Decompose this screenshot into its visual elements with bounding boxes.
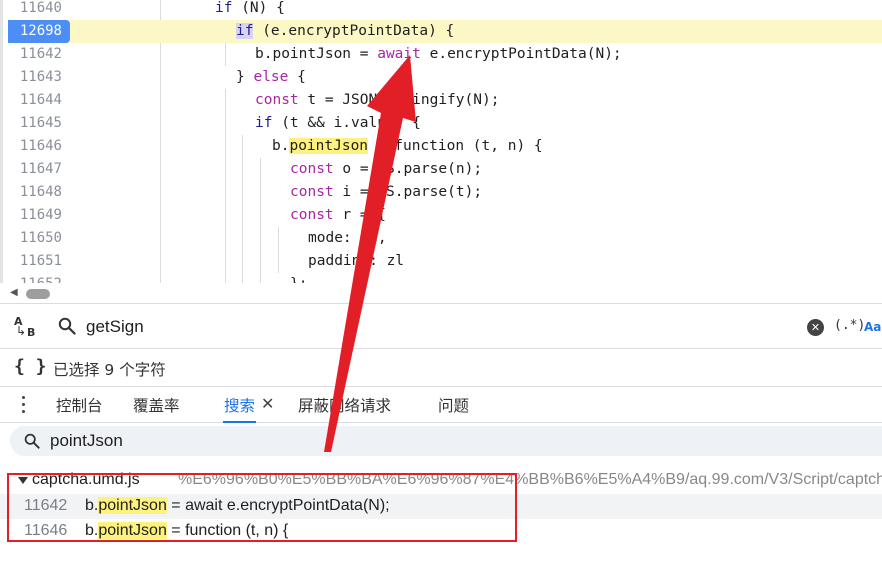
regex-button[interactable]: (.*) <box>834 318 865 333</box>
line-code: mode: fe, <box>70 227 882 250</box>
code-line-11651[interactable]: 11651 padding: zl <box>0 250 882 273</box>
triangle-down-icon[interactable] <box>18 477 28 484</box>
tab-search[interactable]: 搜索 <box>223 394 257 423</box>
code-line-current[interactable]: 12698 if (e.encryptPointData) { <box>0 20 882 43</box>
match-case-button[interactable]: Aa <box>864 320 881 334</box>
line-code: b.pointJson = await e.encryptPointData(N… <box>70 43 882 66</box>
line-code: const t = JSON.stringify(N); <box>70 89 882 112</box>
result-match: pointJson <box>98 522 167 539</box>
tab-request-blocking[interactable]: 屏蔽网络请求 <box>298 394 391 423</box>
line-code: if (N) { <box>70 0 882 20</box>
line-number[interactable]: 11651 <box>0 250 70 273</box>
selection-status: 已选择 9 个字符 <box>53 361 166 379</box>
case-sensitive-icon[interactable]: A ↳ B <box>14 315 40 339</box>
line-code: if (t && i.value) { <box>70 112 882 135</box>
search-result-row[interactable]: 11642 b.pointJson = await e.encryptPoint… <box>0 494 882 519</box>
code-line-11640[interactable]: 11640 if (N) { <box>0 0 882 20</box>
scrollbar-thumb[interactable] <box>26 289 50 299</box>
close-icon[interactable]: ✕ <box>261 394 274 413</box>
result-match: pointJson <box>98 497 167 514</box>
find-bar: A↳B ✕ (.*) Aa <box>0 303 882 349</box>
code-line-11642[interactable]: 11642 b.pointJson = await e.encryptPoint… <box>0 43 882 66</box>
result-line-number: 11642 <box>24 497 68 514</box>
code-line-11645[interactable]: 11645 if (t && i.value) { <box>0 112 882 135</box>
result-text: b.pointJson = await e.encryptPointData(N… <box>85 497 390 514</box>
line-number[interactable]: 11643 <box>0 66 70 89</box>
line-code: padding: zl <box>70 250 882 273</box>
line-code: } else { <box>70 66 882 89</box>
code-editor[interactable]: 11640 if (N) { 12698 if (e.encryptPointD… <box>0 0 882 283</box>
search-results: captcha.umd.js %E6%96%B0%E5%BB%BA%E6%96%… <box>0 468 882 581</box>
tab-coverage[interactable]: 覆盖率 <box>133 394 180 423</box>
find-input[interactable] <box>86 314 786 340</box>
line-number[interactable]: 11644 <box>0 89 70 112</box>
line-code: b.pointJson = function (t, n) { <box>70 135 882 158</box>
line-code: const o = JS.parse(n); <box>70 158 882 181</box>
drawer-tab-bar: 控制台 覆盖率 搜索 ✕ 屏蔽网络请求 问题 <box>0 387 882 423</box>
clear-icon[interactable]: ✕ <box>807 319 824 336</box>
line-code: }; <box>70 273 882 283</box>
search-icon <box>58 317 76 335</box>
search-input[interactable] <box>50 429 750 453</box>
code-line-11649[interactable]: 11649 const r = { <box>0 204 882 227</box>
result-line-number: 11646 <box>24 522 68 539</box>
line-number[interactable]: 11645 <box>0 112 70 135</box>
horizontal-scrollbar[interactable]: ◀ <box>0 283 882 303</box>
line-code: const r = { <box>70 204 882 227</box>
match-highlight: pointJson <box>289 138 369 154</box>
code-line-11650[interactable]: 11650 mode: fe, <box>0 227 882 250</box>
code-line-11652[interactable]: 11652 }; <box>0 273 882 283</box>
result-text: b.pointJson = function (t, n) { <box>85 522 289 539</box>
code-line-11647[interactable]: 11647 const o = JS.parse(n); <box>0 158 882 181</box>
line-number[interactable]: 11647 <box>0 158 70 181</box>
selected-keyword: if <box>236 23 254 39</box>
search-panel-input-row <box>10 426 882 456</box>
tab-issues[interactable]: 问题 <box>438 394 469 423</box>
line-number[interactable]: 11649 <box>0 204 70 227</box>
line-number[interactable]: 11652 <box>0 273 70 283</box>
tab-console[interactable]: 控制台 <box>56 394 103 423</box>
line-number[interactable]: 11650 <box>0 227 70 250</box>
line-number[interactable]: 11648 <box>0 181 70 204</box>
scroll-left-icon[interactable]: ◀ <box>10 287 18 298</box>
code-line-11646[interactable]: 11646 b.pointJson = function (t, n) { <box>0 135 882 158</box>
code-line-11648[interactable]: 11648 const i = JS.parse(t); <box>0 181 882 204</box>
line-code: const i = JS.parse(t); <box>70 181 882 204</box>
code-line-11644[interactable]: 11644 const t = JSON.stringify(N); <box>0 89 882 112</box>
line-code: if (e.encryptPointData) { <box>70 20 882 43</box>
result-file-header[interactable]: captcha.umd.js %E6%96%B0%E5%BB%BA%E6%96%… <box>0 468 882 494</box>
line-number[interactable]: 11642 <box>0 43 70 66</box>
search-result-row[interactable]: 11646 b.pointJson = function (t, n) { <box>0 519 882 544</box>
status-bar: { } 已选择 9 个字符 <box>0 349 882 387</box>
line-number[interactable]: 11640 <box>0 0 70 20</box>
line-number-current[interactable]: 12698 <box>8 20 70 43</box>
more-vert-icon[interactable] <box>22 396 26 414</box>
pretty-print-icon[interactable]: { } <box>14 356 47 377</box>
result-file-path: %E6%96%B0%E5%BB%BA%E6%96%87%E4%BB%B6%E5%… <box>178 471 882 488</box>
code-line-11643[interactable]: 11643 } else { <box>0 66 882 89</box>
line-number[interactable]: 11646 <box>0 135 70 158</box>
search-icon <box>24 433 40 449</box>
result-file-name: captcha.umd.js <box>32 471 140 488</box>
